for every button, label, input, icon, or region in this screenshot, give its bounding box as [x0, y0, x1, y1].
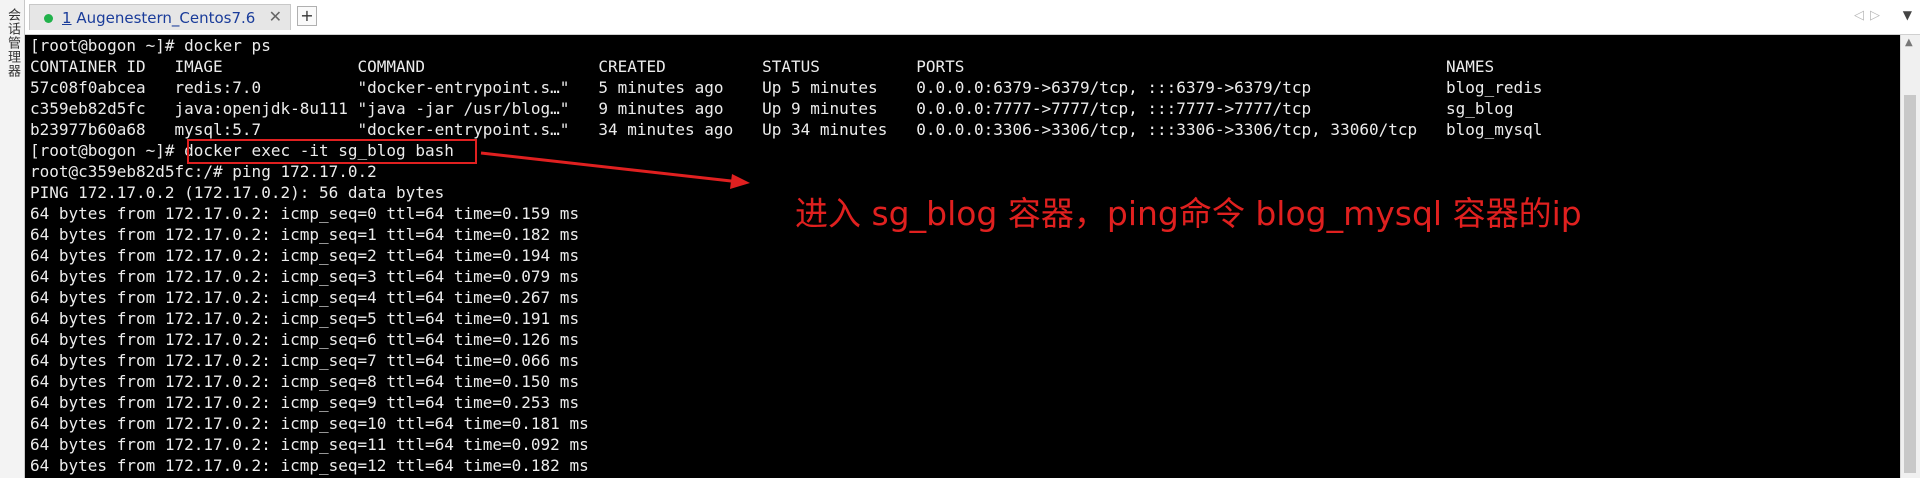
tab-title-text: Augenestern_Centos7.6	[71, 9, 256, 27]
tab-next-icon[interactable]: ▷	[1870, 8, 1886, 23]
tab-index: 1	[62, 9, 72, 27]
terminal-scrollbar[interactable]: ▲	[1900, 35, 1920, 478]
tab-scroll-arrows[interactable]: ◁▷	[1854, 8, 1886, 23]
annotation-text: 进入 sg_blog 容器，ping命令 blog_mysql 容器的ip	[795, 194, 1582, 233]
scrollbar-thumb[interactable]	[1904, 95, 1916, 473]
session-manager-label: 会话管理器	[5, 8, 20, 78]
tab-menu-icon[interactable]: ▼	[1903, 8, 1912, 22]
annotation-arrow-icon	[480, 151, 750, 189]
new-tab-button[interactable]: +	[297, 6, 317, 26]
session-manager-sidebar[interactable]: 会话管理器	[0, 0, 25, 478]
tab-title: 1 Augenestern_Centos7.6	[62, 9, 255, 27]
tab-prev-icon[interactable]: ◁	[1854, 8, 1870, 23]
scroll-up-icon[interactable]: ▲	[1905, 37, 1913, 48]
connected-status-icon	[44, 14, 53, 23]
terminal-output[interactable]: [root@bogon ~]# docker ps CONTAINER ID I…	[25, 35, 1901, 478]
close-icon[interactable]: ✕	[269, 7, 282, 26]
tab-session[interactable]: 1 Augenestern_Centos7.6 ✕	[29, 4, 291, 30]
tab-bar: 1 Augenestern_Centos7.6 ✕ + ◁▷ ▼	[25, 0, 1920, 35]
